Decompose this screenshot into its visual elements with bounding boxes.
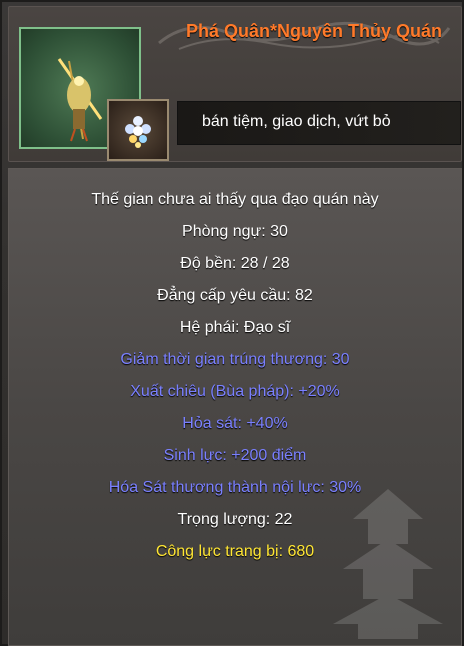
socket-gem[interactable] [107,99,169,161]
stat-defense: Phòng ngự: 30 [182,223,288,240]
stat-weight: Trọng lượng: 22 [177,511,293,528]
stat-bonus-2: Xuất chiêu (Bùa pháp): +20% [130,383,340,400]
stat-bonus-4: Sinh lực: +200 điểm [163,447,307,464]
gem-cluster-icon [125,116,151,148]
item-tooltip-panel: Phá Quân*Nguyên Thủy Quán bán tiệm, giao… [0,0,464,646]
stat-durability: Độ bền: 28 / 28 [180,255,290,272]
stat-bonus-5: Hóa Sát thương thành nội lực: 30% [108,479,362,496]
stat-bonus-3: Hỏa sát: +40% [182,415,288,432]
stat-power: Công lực trang bị: 680 [155,543,315,560]
trade-options-text: bán tiệm, giao dịch, vứt bỏ [202,113,391,130]
stat-level-req: Đẳng cấp yêu cầu: 82 [157,287,313,304]
item-stats: Thế gian chưa ai thấy qua đạo quán này P… [8,168,462,646]
stat-faction: Hệ phái: Đạo sĩ [179,319,291,336]
stat-bonus-1: Giảm thời gian trúng thương: 30 [120,351,350,368]
trade-options-bar: bán tiệm, giao dịch, vứt bỏ [177,101,461,145]
item-name: Phá Quân*Nguyên Thủy Quán [185,21,443,41]
stat-flavor: Thế gian chưa ai thấy qua đạo quán này [91,191,379,208]
item-header: Phá Quân*Nguyên Thủy Quán bán tiệm, giao… [8,6,462,162]
